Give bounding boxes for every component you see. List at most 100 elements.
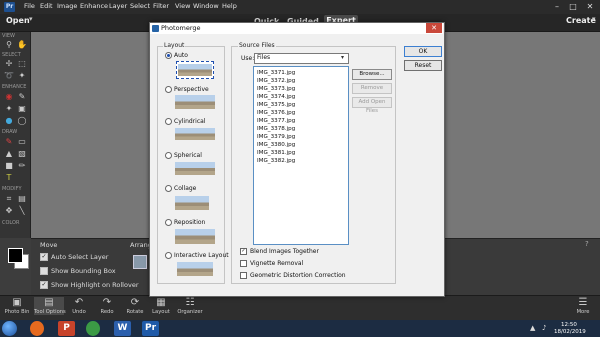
undo-button[interactable]: ↶ Undo (66, 297, 92, 315)
file-list[interactable]: IMG_3371.jpg IMG_3372.jpg IMG_3373.jpg I… (253, 66, 349, 245)
crop-icon[interactable]: ⌗ (4, 194, 14, 204)
more-button[interactable]: ☰ More (570, 297, 596, 315)
smart-brush-icon[interactable]: ✦ (4, 104, 14, 114)
chevron-down-icon[interactable]: ▾ (29, 15, 33, 23)
marquee-icon[interactable]: ⬚ (17, 59, 27, 69)
list-item[interactable]: IMG_3379.jpg (257, 134, 295, 140)
content-aware-move-icon[interactable]: ✥ (4, 206, 14, 216)
paint-bucket-icon[interactable]: ▲ (4, 149, 14, 159)
layout-auto-radio[interactable]: Auto (165, 52, 188, 59)
list-item[interactable]: IMG_3372.jpg (257, 78, 295, 84)
close-icon[interactable]: ✕ (426, 23, 442, 33)
sponge-icon[interactable]: ◯ (17, 116, 27, 126)
menu-layer[interactable]: Layer (109, 2, 127, 10)
menu-filter[interactable]: Filter (153, 2, 169, 10)
arrange-icon[interactable] (133, 255, 147, 269)
dialog-title: Photomerge (161, 24, 201, 32)
tool-options-button[interactable]: ▤ Tool Options (34, 297, 66, 315)
show-highlight-checkbox[interactable]: ✓ Show Highlight on Rollover (40, 281, 139, 289)
clock-date[interactable]: 18/02/2019 (554, 329, 586, 335)
eraser-icon[interactable]: ▭ (17, 137, 27, 147)
menu-window[interactable]: Window (193, 2, 219, 10)
reset-button[interactable]: Reset (404, 60, 442, 71)
browse-button[interactable]: Browse... (352, 69, 392, 80)
list-item[interactable]: IMG_3376.jpg (257, 110, 295, 116)
list-item[interactable]: IMG_3371.jpg (257, 70, 295, 76)
type-icon[interactable]: T (4, 173, 14, 183)
shape-icon[interactable]: ■ (4, 161, 14, 171)
list-item[interactable]: IMG_3375.jpg (257, 102, 295, 108)
auto-select-layer-checkbox[interactable]: ✓ Auto Select Layer (40, 253, 108, 261)
hand-icon[interactable]: ✋ (17, 40, 27, 50)
volume-icon[interactable]: ♪ (542, 324, 546, 332)
lasso-icon[interactable]: ➰ (4, 71, 14, 81)
magic-wand-icon[interactable]: ✦ (17, 71, 27, 81)
menu-file[interactable]: File (24, 2, 35, 10)
word-icon[interactable]: W (114, 321, 131, 336)
layout-interactive-radio[interactable]: Interactive Layout (165, 252, 229, 259)
list-item[interactable]: IMG_3378.jpg (257, 126, 295, 132)
red-eye-icon[interactable]: ◉ (4, 92, 14, 102)
layout-reposition-radio[interactable]: Reposition (165, 219, 205, 226)
checkbox-box (240, 260, 247, 267)
blur-icon[interactable]: ● (4, 116, 14, 126)
menu-select[interactable]: Select (130, 2, 150, 10)
tool-options-title: Move (40, 241, 58, 249)
clock-time[interactable]: 12:50 (561, 322, 577, 328)
chevron-down-icon[interactable]: ▾ (592, 15, 596, 23)
list-item[interactable]: IMG_3381.jpg (257, 150, 295, 156)
zoom-icon[interactable]: ⚲ (4, 40, 14, 50)
checkbox-box (40, 267, 48, 275)
straighten-icon[interactable]: ╲ (17, 206, 27, 216)
undo-icon: ↶ (74, 297, 84, 308)
list-item[interactable]: IMG_3373.jpg (257, 86, 295, 92)
list-item[interactable]: IMG_3374.jpg (257, 94, 295, 100)
open-button[interactable]: Open (6, 16, 30, 25)
redo-button[interactable]: ↷ Redo (94, 297, 120, 315)
start-icon[interactable] (2, 321, 17, 336)
recompose-icon[interactable]: ▤ (17, 194, 27, 204)
show-bounding-box-checkbox[interactable]: Show Bounding Box (40, 267, 116, 275)
geometric-distortion-checkbox[interactable]: Geometric Distortion Correction (240, 272, 346, 279)
layout-spherical-radio[interactable]: Spherical (165, 152, 202, 159)
remove-button[interactable]: Remove (352, 83, 392, 94)
rotate-button[interactable]: ⟳ Rotate (122, 297, 148, 315)
foreground-color-swatch[interactable] (8, 248, 23, 263)
ok-button[interactable]: OK (404, 46, 442, 57)
chevron-down-icon[interactable]: ▾ (341, 54, 344, 61)
checkmark-icon: ✓ (40, 253, 48, 261)
vignette-removal-checkbox[interactable]: Vignette Removal (240, 260, 303, 267)
powerpoint-icon[interactable]: P (58, 321, 75, 336)
layout-cylindrical-radio[interactable]: Cylindrical (165, 118, 205, 125)
minimize-icon[interactable]: – (550, 1, 564, 13)
healing-icon[interactable]: ✎ (17, 92, 27, 102)
list-item[interactable]: IMG_3382.jpg (257, 158, 295, 164)
menu-view[interactable]: View (175, 2, 190, 10)
photoshop-elements-icon[interactable]: Pr (142, 321, 159, 336)
firefox-icon[interactable] (30, 321, 44, 336)
close-icon[interactable]: ✕ (583, 1, 597, 13)
chrome-icon[interactable] (86, 321, 100, 336)
menu-image[interactable]: Image (57, 2, 77, 10)
blend-images-checkbox[interactable]: ✓ Blend Images Together (240, 248, 319, 255)
network-icon[interactable]: ▲ (530, 324, 535, 332)
layout-collage-radio[interactable]: Collage (165, 185, 196, 192)
list-item[interactable]: IMG_3377.jpg (257, 118, 295, 124)
clone-stamp-icon[interactable]: ▣ (17, 104, 27, 114)
layout-perspective-radio[interactable]: Perspective (165, 86, 209, 93)
checkbox-label: Show Bounding Box (51, 267, 116, 275)
maximize-icon[interactable]: □ (566, 1, 580, 13)
menu-help[interactable]: Help (222, 2, 237, 10)
menu-edit[interactable]: Edit (40, 2, 53, 10)
add-open-files-button[interactable]: Add Open Files (352, 97, 392, 114)
list-item[interactable]: IMG_3380.jpg (257, 142, 295, 148)
help-icon[interactable]: ? (585, 240, 589, 248)
gradient-icon[interactable]: ▧ (17, 149, 27, 159)
organizer-button[interactable]: ☷ Organizer (175, 297, 205, 315)
brush-icon[interactable]: ✎ (4, 137, 14, 147)
pencil-icon[interactable]: ✏ (17, 161, 27, 171)
menu-enhance[interactable]: Enhance (80, 2, 108, 10)
photo-bin-button[interactable]: ▣ Photo Bin (4, 297, 30, 315)
move-icon[interactable]: ✢ (4, 59, 14, 69)
layout-button[interactable]: ▦ Layout (148, 297, 174, 315)
